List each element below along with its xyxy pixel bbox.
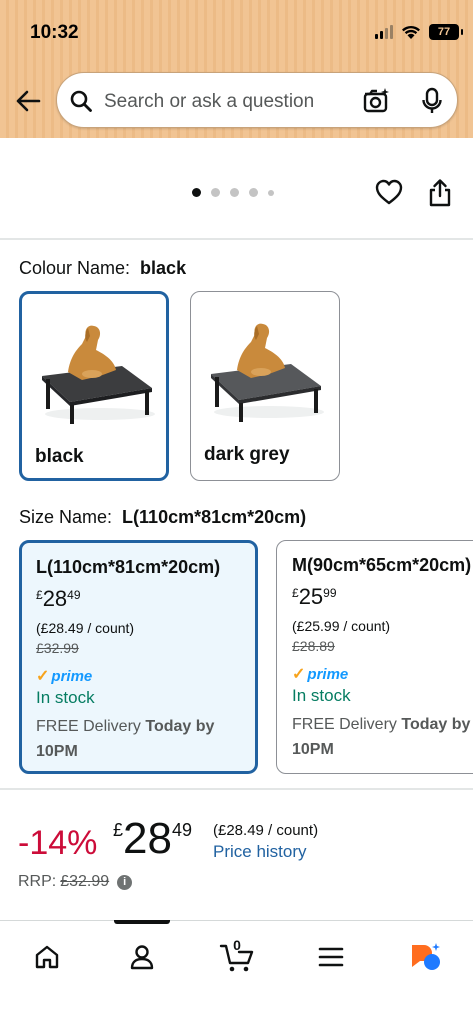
- prime-label: prime: [307, 665, 349, 683]
- status-bar: 10:32 77: [0, 0, 473, 66]
- rrp-value: £32.99: [60, 873, 110, 890]
- colour-label-row: Colour Name: black: [19, 258, 186, 279]
- account-icon: [130, 945, 154, 970]
- stock-status: In stock: [292, 686, 351, 705]
- battery-icon: 77: [429, 24, 463, 40]
- signal-icon: [375, 25, 393, 39]
- menu-icon: [318, 947, 344, 967]
- prime-label: prime: [51, 667, 93, 685]
- carousel-dot: [268, 189, 274, 196]
- back-button[interactable]: [12, 86, 44, 116]
- size-option-rrp: £32.99: [36, 640, 79, 656]
- size-option-title: M(90cm*65cm*20cm): [292, 555, 472, 575]
- delivery-info: FREE Delivery Today by 10PM: [36, 714, 241, 764]
- dog-bed-black-image: [42, 325, 155, 424]
- search-icon: [70, 90, 92, 112]
- price-history-link[interactable]: Price history: [213, 842, 307, 862]
- microphone-icon[interactable]: [421, 86, 443, 116]
- size-selected-value: L(110cm*81cm*20cm): [122, 507, 307, 527]
- delivery-prefix: FREE Delivery: [292, 716, 397, 733]
- size-option-large[interactable]: L(110cm*81cm*20cm) £28 49 (£28.49 / count…: [19, 540, 258, 774]
- delivery-time: 10PM: [292, 741, 334, 758]
- price-fraction: 49: [171, 820, 192, 840]
- active-tab-indicator: [114, 920, 170, 924]
- size-label: Size Name:: [19, 507, 113, 527]
- share-icon[interactable]: [427, 178, 453, 208]
- prime-badge: ✓ prime: [36, 666, 241, 686]
- colour-selected-value: black: [140, 258, 187, 278]
- home-icon: [35, 945, 59, 969]
- section-divider: [0, 788, 473, 790]
- colour-label: Colour Name:: [19, 258, 131, 278]
- prime-check-icon: ✓: [36, 668, 50, 685]
- info-icon[interactable]: i: [117, 874, 133, 890]
- size-option-medium[interactable]: M(90cm*65cm*20cm) £25 99 (£25.99 / count)…: [276, 540, 473, 774]
- price-fraction: 49: [67, 588, 81, 602]
- carousel-dot: [230, 188, 239, 197]
- size-option-title: L(110cm*81cm*20cm): [36, 557, 221, 577]
- size-label-row: Size Name: L(110cm*81cm*20cm): [19, 507, 306, 528]
- nav-rufus[interactable]: [403, 935, 447, 979]
- section-divider: [0, 238, 473, 240]
- prime-check-icon: ✓: [292, 666, 306, 683]
- price-whole: 28: [123, 814, 172, 863]
- wishlist-heart-icon[interactable]: [374, 178, 404, 206]
- stock-status: In stock: [36, 688, 95, 707]
- delivery-day: Today by: [145, 718, 215, 735]
- price-currency: £: [36, 588, 43, 602]
- app-header: 10:32 77 Search or ask a question: [0, 0, 473, 138]
- delivery-day: Today by: [401, 716, 471, 733]
- bottom-navigation: 0: [0, 920, 473, 1024]
- size-option-rrp: £28.89: [292, 638, 335, 654]
- colour-option-dark-grey[interactable]: dark grey: [190, 291, 340, 481]
- delivery-prefix: FREE Delivery: [36, 718, 141, 735]
- size-option-unit-price: (£25.99 / count): [292, 618, 391, 634]
- status-icons: 77: [375, 24, 463, 40]
- nav-account[interactable]: [120, 935, 164, 979]
- price-currency: £: [113, 820, 124, 840]
- prime-badge: ✓ prime: [292, 664, 473, 684]
- nav-cart[interactable]: 0: [215, 935, 259, 979]
- nav-menu[interactable]: [309, 935, 353, 979]
- status-time: 10:32: [30, 22, 79, 43]
- image-carousel-dots: [192, 188, 274, 197]
- size-option-price: £25 99: [292, 584, 473, 610]
- search-bar[interactable]: Search or ask a question: [56, 72, 458, 128]
- dog-bed-dark-grey-image: [211, 323, 324, 422]
- search-input[interactable]: Search or ask a question: [104, 91, 314, 113]
- current-price: £28 49: [113, 814, 192, 864]
- colour-option-label: dark grey: [204, 444, 290, 465]
- rrp-row: RRP: £32.99 i: [18, 873, 133, 891]
- colour-option-black[interactable]: black: [19, 291, 169, 481]
- size-option-price: £28 49: [36, 586, 241, 612]
- wifi-icon: [402, 25, 420, 39]
- cart-count: 0: [233, 937, 241, 953]
- delivery-time: 10PM: [36, 743, 78, 760]
- size-option-unit-price: (£28.49 / count): [36, 620, 135, 636]
- carousel-dot: [211, 188, 220, 197]
- price-whole: 28: [42, 586, 68, 611]
- rrp-label: RRP:: [18, 873, 57, 890]
- price-currency: £: [292, 586, 299, 600]
- price-per-unit: (£28.49 / count): [213, 822, 319, 839]
- camera-search-icon[interactable]: [361, 86, 391, 116]
- carousel-dot: [249, 188, 258, 197]
- discount-percentage: -14%: [18, 824, 98, 862]
- rufus-icon: [412, 943, 440, 970]
- carousel-dot: [192, 188, 201, 197]
- back-arrow-icon: [16, 90, 41, 112]
- delivery-info: FREE Delivery Today by 10PM: [292, 712, 473, 762]
- nav-home[interactable]: [25, 935, 69, 979]
- price-whole: 25: [298, 584, 324, 609]
- price-fraction: 99: [323, 586, 337, 600]
- colour-option-label: black: [35, 446, 84, 467]
